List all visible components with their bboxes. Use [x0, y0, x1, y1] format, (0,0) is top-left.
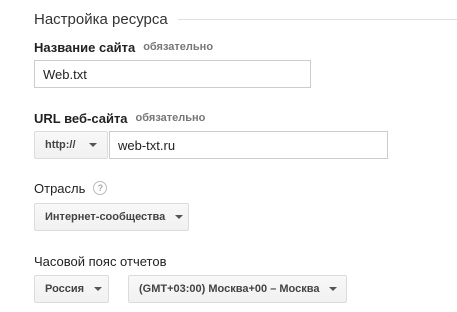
site-url-required-note: обязательно	[135, 112, 206, 124]
site-name-required-note: обязательно	[143, 41, 214, 53]
industry-label-row: Отрасль ?	[34, 178, 108, 198]
industry-dropdown-label: Интернет-сообщества	[45, 211, 166, 223]
chevron-down-icon	[89, 143, 97, 147]
site-url-label: URL веб-сайта	[34, 110, 128, 126]
timezone-label-row: Часовой пояс отчетов	[34, 251, 166, 271]
timezone-zone-dropdown[interactable]: (GMT+03:00) Москва+00 – Москва	[128, 275, 347, 303]
timezone-country-dropdown[interactable]: Россия	[34, 275, 109, 303]
question-mark-icon[interactable]: ?	[93, 181, 108, 195]
site-url-input[interactable]	[109, 131, 388, 159]
industry-dropdown[interactable]: Интернет-сообщества	[34, 203, 189, 231]
section-divider	[177, 18, 457, 20]
site-name-input[interactable]	[34, 60, 311, 88]
site-name-label-row: Название сайта обязательно	[34, 37, 213, 57]
timezone-country-label: Россия	[45, 283, 85, 295]
protocol-dropdown[interactable]: http://	[34, 131, 108, 159]
timezone-label: Часовой пояс отчетов	[34, 253, 167, 269]
property-settings-panel: Настройка ресурса Название сайта обязате…	[0, 0, 457, 312]
section-title: Настройка ресурса	[34, 10, 168, 28]
protocol-dropdown-label: http://	[45, 139, 76, 151]
section-header: Настройка ресурса	[34, 9, 457, 29]
site-name-label: Название сайта	[34, 39, 136, 55]
site-url-label-row: URL веб-сайта обязательно	[34, 108, 205, 128]
industry-label: Отрасль	[34, 180, 86, 196]
chevron-down-icon	[175, 215, 184, 219]
chevron-down-icon	[329, 287, 338, 291]
chevron-down-icon	[94, 287, 103, 291]
timezone-zone-label: (GMT+03:00) Москва+00 – Москва	[139, 283, 320, 295]
